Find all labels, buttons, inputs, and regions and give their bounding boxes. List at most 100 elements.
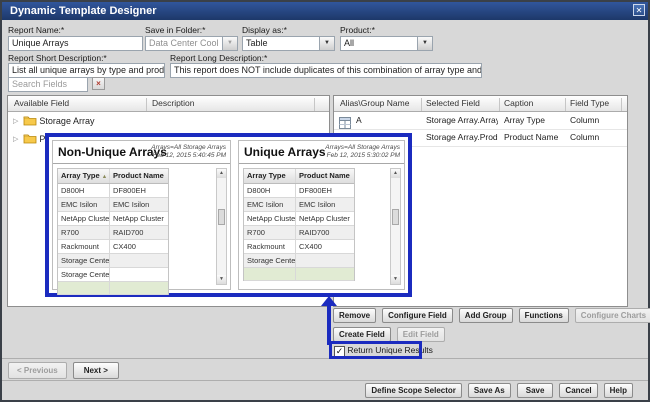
- product-value: All: [344, 37, 416, 50]
- table-row: Storage Center: [244, 254, 354, 268]
- table-row: EMC IsilonEMC Isilon: [58, 198, 168, 212]
- table-row: D800HDF800EH: [244, 184, 354, 198]
- help-button[interactable]: Help: [604, 383, 633, 398]
- scroll-down-icon[interactable]: ▼: [391, 275, 400, 284]
- chevron-down-icon[interactable]: ▼: [417, 37, 432, 50]
- product-select[interactable]: All ▼: [340, 36, 433, 51]
- caption-cell: Array Type: [504, 115, 545, 125]
- cancel-button[interactable]: Cancel: [559, 383, 597, 398]
- scrollbar-thumb[interactable]: [218, 209, 225, 225]
- alias-cell: A: [356, 115, 362, 125]
- report-preview-callout: Non-Unique Arrays Arrays=All Storage Arr…: [45, 133, 412, 297]
- scroll-up-icon[interactable]: ▲: [217, 169, 226, 178]
- card-annotation: Arrays=All Storage Arrays Feb 12, 2015 5…: [325, 144, 400, 159]
- define-scope-selector-button[interactable]: Define Scope Selector: [365, 383, 461, 398]
- save-button[interactable]: Save: [517, 383, 554, 398]
- return-unique-results-label[interactable]: Return Unique Results: [347, 345, 433, 355]
- footer-buttons: Define Scope Selector Save As Save Cance…: [365, 383, 633, 398]
- checkmark-icon: ✓: [336, 346, 344, 356]
- table-row: NetApp ClusterNetApp Cluster: [244, 212, 354, 226]
- caption-cell: Product Name: [504, 132, 558, 142]
- expander-icon[interactable]: ▷: [13, 118, 18, 125]
- sort-asc-icon: ▲: [102, 174, 107, 180]
- expander-icon[interactable]: ▷: [13, 136, 18, 143]
- table-row: RackmountCX400: [58, 240, 168, 254]
- field-action-buttons: Remove Configure Field Add Group Functio…: [333, 308, 650, 323]
- table-row: R700RAID700: [244, 226, 354, 240]
- previous-button: < Previous: [8, 362, 67, 379]
- search-input[interactable]: Search Fields: [8, 77, 88, 92]
- next-button[interactable]: Next >: [73, 362, 119, 379]
- scroll-down-icon[interactable]: ▼: [217, 275, 226, 284]
- table-header-row: Array Type ▲ Product Name: [58, 169, 168, 184]
- display-as-select[interactable]: Table ▼: [242, 36, 335, 51]
- scrollbar-thumb[interactable]: [392, 209, 399, 225]
- field-type-cell: Column: [570, 132, 599, 142]
- table-row: D800HDF800EH: [58, 184, 168, 198]
- create-field-button[interactable]: Create Field: [333, 327, 391, 342]
- save-in-folder-value: Data Center Cool Reports: [149, 37, 221, 50]
- tree-item-storage-array[interactable]: ▷ Storage Array: [13, 115, 94, 126]
- return-unique-results-checkbox[interactable]: ✓: [334, 346, 345, 357]
- long-description-input[interactable]: This report does NOT include duplicates …: [170, 63, 482, 78]
- product-name-header[interactable]: Product Name: [110, 169, 168, 183]
- insert-row: [244, 268, 354, 281]
- field-type-column-header[interactable]: Field Type: [570, 98, 609, 108]
- remove-button[interactable]: Remove: [333, 308, 376, 323]
- save-in-folder-label: Save in Folder:*: [145, 25, 205, 35]
- close-icon[interactable]: ✕: [633, 4, 645, 16]
- field-create-buttons: Create Field Edit Field: [333, 327, 445, 342]
- chevron-down-icon[interactable]: ▼: [319, 37, 334, 50]
- selected-field-column-header[interactable]: Selected Field: [426, 98, 480, 108]
- alias-column-header[interactable]: Alias\Group Name: [340, 98, 409, 108]
- display-as-label: Display as:*: [242, 25, 287, 35]
- table-row: R700RAID700: [58, 226, 168, 240]
- configure-field-button[interactable]: Configure Field: [382, 308, 453, 323]
- wizard-nav: < Previous Next >: [8, 362, 119, 379]
- array-type-header[interactable]: Array Type: [244, 169, 296, 183]
- report-name-label: Report Name:*: [8, 25, 64, 35]
- functions-button[interactable]: Functions: [519, 308, 569, 323]
- table-row: EMC IsilonEMC Isilon: [244, 198, 354, 212]
- display-as-value: Table: [246, 37, 318, 50]
- unique-arrays-table: Array Type Product Name D800HDF800EH EMC…: [243, 168, 355, 281]
- save-as-button[interactable]: Save As: [468, 383, 511, 398]
- tree-item-label[interactable]: Storage Array: [39, 116, 94, 126]
- array-type-header[interactable]: Array Type ▲: [58, 169, 110, 183]
- scrollbar[interactable]: ▲ ▼: [390, 168, 401, 285]
- description-column-header[interactable]: Description: [152, 98, 195, 108]
- card-scope: Arrays=All Storage Arrays: [325, 144, 400, 152]
- card-timestamp: Feb 12, 2015 5:40:45 PM: [151, 152, 226, 160]
- product-label: Product:*: [340, 25, 375, 35]
- dynamic-template-designer-dialog: Dynamic Template Designer ✕ Report Name:…: [0, 0, 650, 402]
- return-unique-results-row[interactable]: ✓ Return Unique Results: [334, 345, 433, 357]
- card-timestamp: Feb 12, 2015 5:30:02 PM: [325, 152, 400, 160]
- folder-icon: [23, 134, 37, 144]
- card-title: Unique Arrays: [244, 145, 326, 159]
- configure-charts-button: Configure Charts: [575, 308, 650, 323]
- short-description-label: Report Short Description:*: [8, 53, 107, 63]
- caption-column-header[interactable]: Caption: [504, 98, 533, 108]
- unique-arrays-card: Unique Arrays Arrays=All Storage Arrays …: [238, 140, 405, 290]
- save-in-folder-select: Data Center Cool Reports ▼: [145, 36, 238, 51]
- insert-row: [58, 282, 168, 295]
- titlebar[interactable]: Dynamic Template Designer: [2, 2, 648, 20]
- selected-field-cell: Storage Array.Product N...: [426, 132, 498, 142]
- card-scope: Arrays=All Storage Arrays: [151, 144, 226, 152]
- scrollbar[interactable]: ▲ ▼: [216, 168, 227, 285]
- report-name-input[interactable]: Unique Arrays: [8, 36, 143, 51]
- table-row: NetApp ClusterNetApp Cluster: [58, 212, 168, 226]
- card-annotation: Arrays=All Storage Arrays Feb 12, 2015 5…: [151, 144, 226, 159]
- short-description-input[interactable]: List all unique arrays by type and produ…: [8, 63, 165, 78]
- available-field-column-header[interactable]: Available Field: [14, 98, 69, 108]
- non-unique-arrays-table: Array Type ▲ Product Name D800HDF800EH E…: [57, 168, 169, 295]
- table-row: RackmountCX400: [244, 240, 354, 254]
- scroll-up-icon[interactable]: ▲: [391, 169, 400, 178]
- clear-search-icon[interactable]: ×: [92, 77, 105, 90]
- callout-arrow-shaft: [327, 305, 331, 345]
- long-description-label: Report Long Description:*: [170, 53, 267, 63]
- table-header-row: Array Type Product Name: [244, 169, 354, 184]
- add-group-button[interactable]: Add Group: [459, 308, 513, 323]
- product-name-header[interactable]: Product Name: [296, 169, 354, 183]
- table-row: Storage Center: [58, 254, 168, 268]
